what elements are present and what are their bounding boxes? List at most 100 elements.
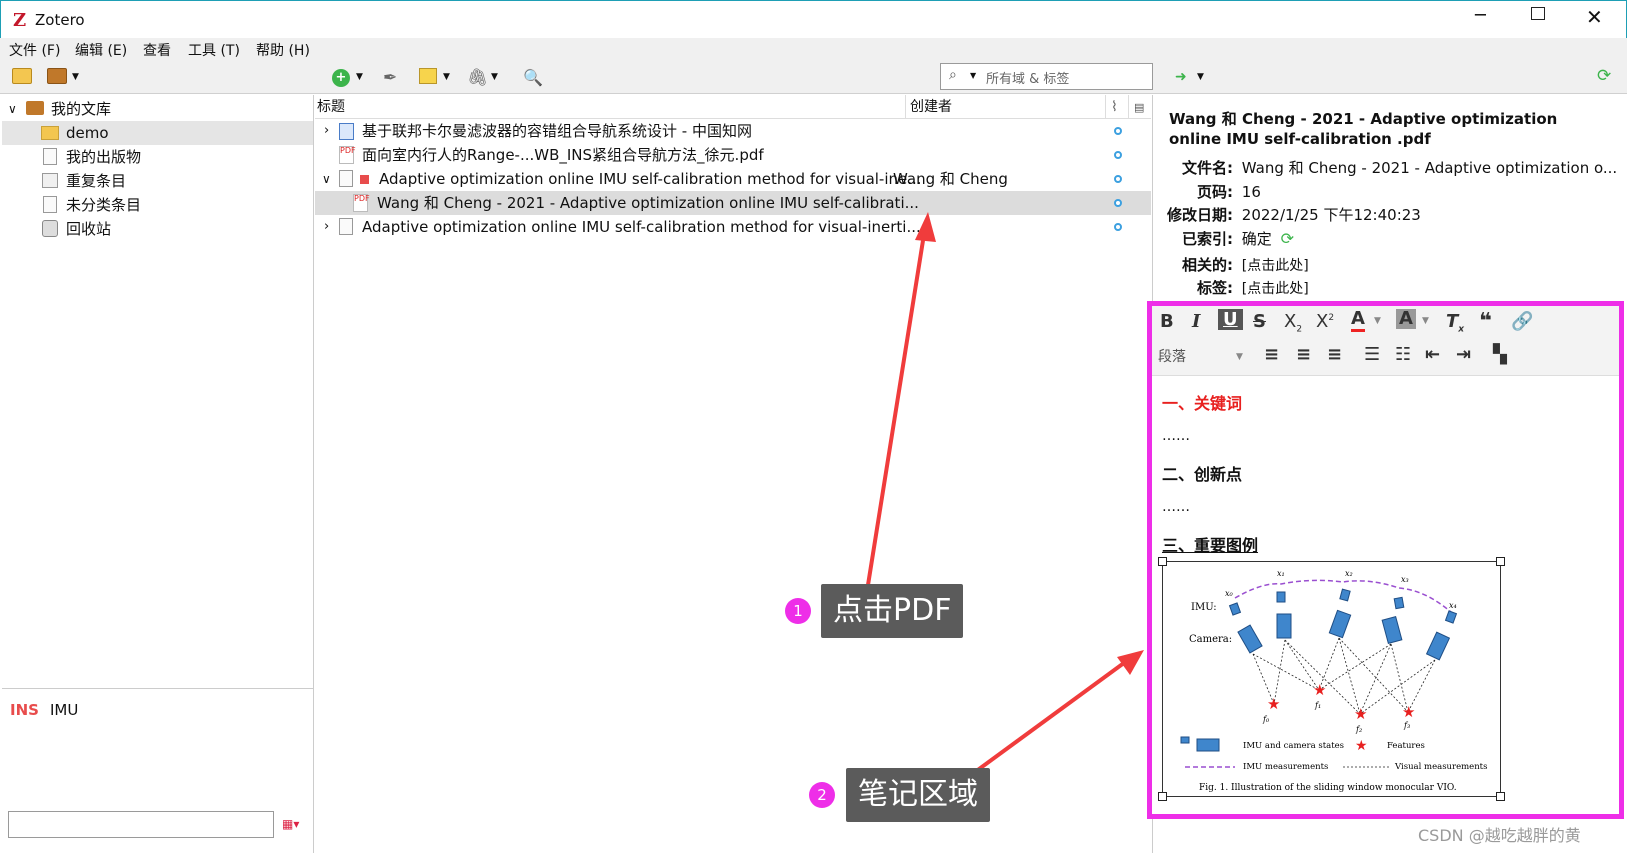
superscript-button[interactable]: X2	[1316, 311, 1334, 332]
new-note-icon[interactable]	[419, 68, 437, 84]
sync-icon[interactable]: ⟳	[1597, 66, 1611, 86]
menu-view[interactable]: 查看	[143, 40, 171, 60]
indent-icon[interactable]: ⇥	[1456, 344, 1471, 365]
item-title: 面向室内行人的Range-...WB_INS紧组合导航方法_徐元.pdf	[362, 146, 764, 164]
field-modified: 修改日期: 2022/1/25 下午12:40:23	[1153, 204, 1421, 225]
attachment-icon[interactable]: 🖇	[467, 68, 489, 88]
italic-button[interactable]: I	[1192, 311, 1200, 332]
subscript-button[interactable]: X2	[1284, 311, 1302, 335]
maximize-button[interactable]	[1531, 7, 1545, 20]
item-row[interactable]: › Adaptive optimization online IMU self-…	[315, 215, 1151, 239]
link-button[interactable]: 🔗	[1511, 311, 1533, 332]
tag-ins[interactable]: INS	[10, 701, 39, 719]
pose-label: x₁	[1277, 569, 1285, 578]
close-button[interactable]: ✕	[1586, 5, 1603, 29]
collections-pane: ∨ 我的文库 demo 我的出版物 重复条目 未分类条目 回收站 INS IMU…	[2, 95, 314, 853]
my-publications[interactable]: 我的出版物	[2, 145, 313, 169]
underline-button[interactable]: U	[1218, 309, 1243, 330]
pose-label: x₃	[1401, 575, 1409, 584]
feature-label: f₀	[1262, 715, 1270, 724]
outdent-icon[interactable]: ⇤	[1425, 344, 1440, 365]
tag-filter-input[interactable]	[8, 811, 274, 838]
tag-options-icon[interactable]: ▦▾	[282, 817, 299, 831]
trash[interactable]: 回收站	[2, 217, 313, 241]
item-status-dot	[1114, 175, 1122, 183]
chevron-down-icon[interactable]: ▼	[1422, 316, 1429, 326]
search-input[interactable]: ⌕ ▼ 所有域 & 标签	[940, 63, 1153, 90]
library-root[interactable]: ∨ 我的文库	[2, 97, 313, 121]
paragraph-select[interactable]: 段落	[1158, 346, 1186, 366]
new-collection-icon[interactable]	[12, 68, 32, 84]
duplicate-items[interactable]: 重复条目	[2, 169, 313, 193]
vio-diagram: IMU: Camera: ★ ★ ★ ★ x₀ x₁ x₂ x₃ x₄ f₀ f…	[1180, 569, 1487, 793]
chevron-right-icon[interactable]: ›	[324, 119, 329, 143]
item-title: Wang 和 Cheng - 2021 - Adaptive optimizat…	[377, 194, 919, 212]
pose-label: x₀	[1225, 589, 1234, 598]
chevron-down-icon[interactable]: ▼	[1374, 316, 1381, 326]
chevron-down-icon[interactable]: ▼	[72, 72, 79, 92]
item-row[interactable]: › 基于联邦卡尔曼滤波器的容错组合导航系统设计 - 中国知网	[315, 119, 1151, 143]
chevron-down-icon[interactable]: ▼	[491, 72, 498, 92]
strikethrough-button[interactable]: S	[1253, 311, 1266, 332]
find-replace-icon[interactable]: ▚	[1493, 344, 1507, 365]
chevron-down-icon[interactable]: ▼	[1236, 352, 1243, 362]
column-header-creator[interactable]: 创建者	[906, 95, 1106, 119]
unfiled-items[interactable]: 未分类条目	[2, 193, 313, 217]
chevron-right-icon[interactable]: ›	[324, 215, 329, 239]
column-header-attachments[interactable]: ⌇	[1106, 95, 1129, 119]
feature-stars: ★ ★ ★ ★	[1267, 681, 1415, 723]
numbered-list-icon[interactable]: ☷	[1395, 344, 1411, 365]
chevron-down-icon[interactable]: ▼	[443, 72, 450, 92]
minimize-button[interactable]: ─	[1475, 5, 1486, 26]
bullet-list-icon[interactable]: ☰	[1364, 344, 1380, 365]
item-row[interactable]: PDF 面向室内行人的Range-...WB_INS紧组合导航方法_徐元.pdf	[315, 143, 1151, 167]
legend-imu: IMU measurements	[1243, 762, 1328, 772]
collection-label: demo	[66, 124, 109, 142]
note-heading-figure: 三、重要图例	[1162, 536, 1259, 555]
tag-imu[interactable]: IMU	[50, 701, 78, 719]
item-row[interactable]: ∨ Adaptive optimization online IMU self-…	[315, 167, 1151, 191]
chevron-down-icon[interactable]: ▼	[1197, 72, 1204, 92]
collection-demo[interactable]: demo	[2, 121, 313, 145]
paperclip-icon: ⌇	[1111, 99, 1118, 115]
bold-button[interactable]: B	[1160, 311, 1174, 332]
new-library-icon[interactable]	[47, 68, 67, 84]
chevron-down-icon[interactable]: ▼	[970, 71, 976, 80]
chevron-down-icon[interactable]: ∨	[322, 167, 331, 191]
note-heading-keywords: 一、关键词	[1162, 394, 1243, 413]
field-value: 确定	[1241, 230, 1272, 248]
search-icon: ⌕	[949, 67, 957, 83]
related-link[interactable]: [点击此处]	[1242, 258, 1309, 274]
figure-image[interactable]: IMU: Camera: ★ ★ ★ ★ x₀ x₁ x₂ x₃ x₄ f₀ f…	[1158, 557, 1505, 801]
align-center-icon[interactable]: ≡	[1296, 344, 1311, 365]
items-pane: 标题 创建者 ⌇ ▤ › 基于联邦卡尔曼滤波器的容错组合导航系统设计 - 中国知…	[315, 95, 1151, 853]
highlight-color-button[interactable]: A	[1396, 309, 1416, 329]
svg-text:★: ★	[1313, 681, 1326, 699]
advanced-search-icon[interactable]: 🔍	[523, 68, 543, 88]
align-left-icon[interactable]: ≡	[1264, 344, 1279, 365]
add-by-identifier-icon[interactable]: ✒	[383, 68, 397, 88]
item-row-selected[interactable]: PDF Wang 和 Cheng - 2021 - Adaptive optim…	[315, 191, 1151, 215]
column-picker-icon: ▤	[1134, 101, 1145, 114]
menu-file[interactable]: 文件 (F)	[9, 40, 60, 60]
item-title: 基于联邦卡尔曼滤波器的容错组合导航系统设计 - 中国知网	[362, 122, 752, 140]
menu-help[interactable]: 帮助 (H)	[256, 40, 310, 60]
align-right-icon[interactable]: ≡	[1327, 344, 1342, 365]
item-title: Adaptive optimization online IMU self-ca…	[379, 170, 922, 188]
blockquote-button[interactable]: ❝	[1479, 309, 1492, 334]
note-editor[interactable]: B I U S X2 X2 A ▼ A ▼ Tx ❝ 🔗 段落 ▼ ≡ ≡ ≡ …	[1147, 301, 1624, 819]
clear-format-button[interactable]: Tx	[1446, 311, 1464, 335]
text-color-button[interactable]: A	[1351, 309, 1365, 332]
column-picker[interactable]: ▤	[1129, 95, 1151, 119]
legend-camera-glyph	[1196, 738, 1220, 752]
sync-forward-icon[interactable]: ➜	[1175, 69, 1187, 89]
new-item-icon[interactable]: +	[332, 69, 350, 87]
menu-tools[interactable]: 工具 (T)	[188, 40, 240, 60]
field-value[interactable]: Wang 和 Cheng - 2021 - Adaptive optimizat…	[1242, 159, 1617, 177]
tags-link[interactable]: [点击此处]	[1242, 281, 1309, 297]
chevron-down-icon[interactable]: ∨	[8, 97, 17, 121]
column-header-title[interactable]: 标题	[315, 95, 906, 119]
reindex-icon[interactable]: ⟳	[1281, 229, 1294, 248]
menu-edit[interactable]: 编辑 (E)	[75, 40, 127, 60]
chevron-down-icon[interactable]: ▼	[356, 72, 363, 92]
